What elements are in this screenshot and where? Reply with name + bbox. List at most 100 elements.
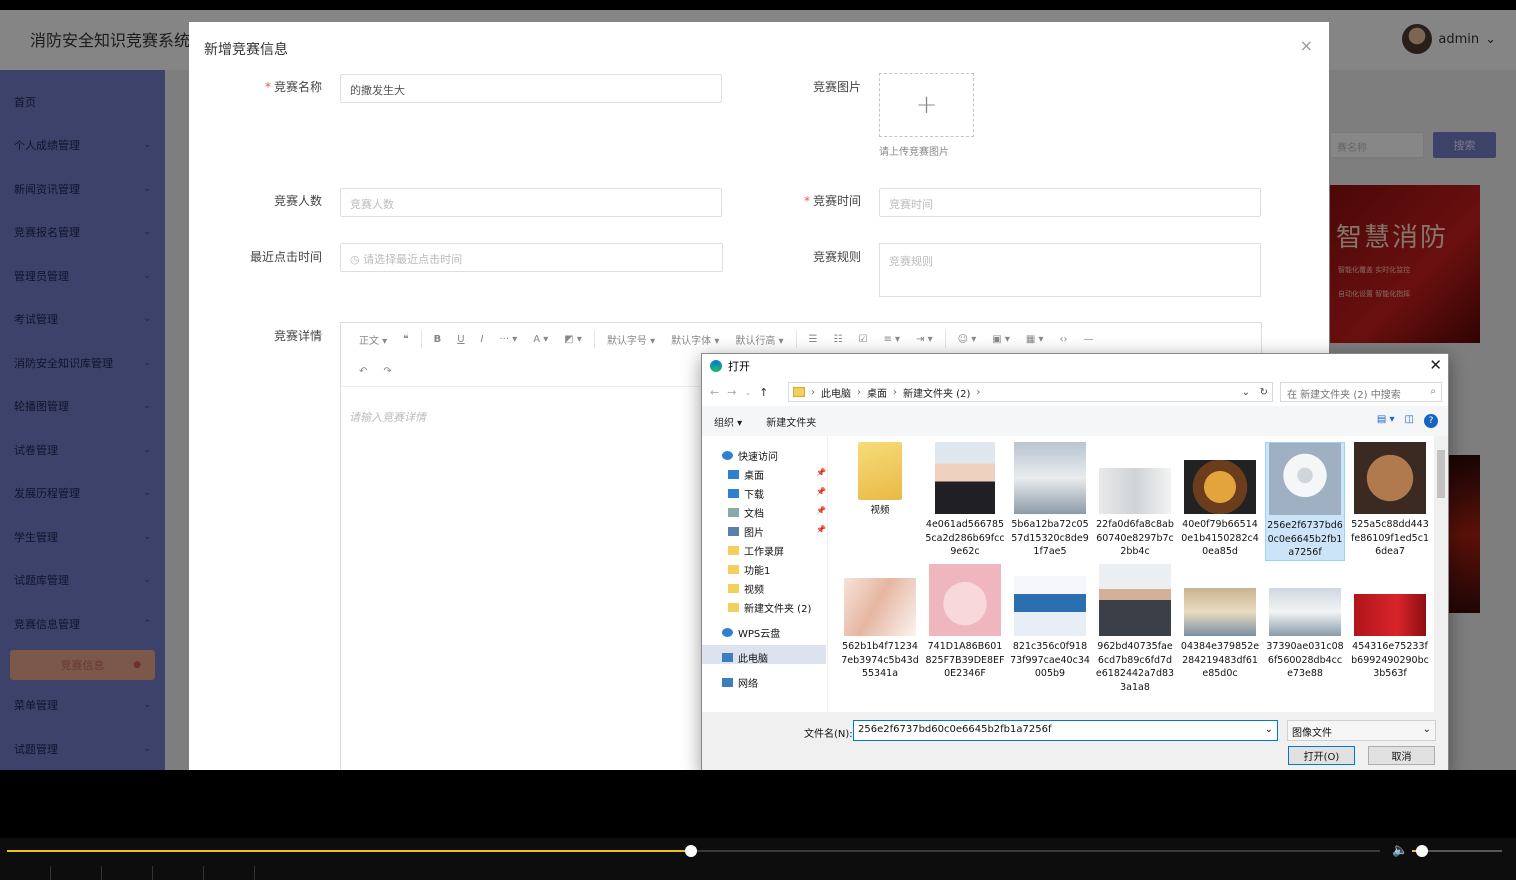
line-height-select[interactable]: 默认行高 ▾	[727, 332, 791, 347]
tree-item[interactable]: 快速访问	[722, 446, 778, 465]
desktop-icon	[728, 470, 739, 479]
volume-icon[interactable]: 🔈	[1392, 843, 1408, 858]
filetype-select[interactable]: 图像文件 ⌄	[1287, 720, 1436, 741]
name-input[interactable]: 的撒发生大	[340, 74, 722, 103]
count-input[interactable]: 竞赛人数	[340, 188, 722, 217]
file-item[interactable]: 562b1b4f712347eb3974c5b43d55341a	[840, 564, 920, 681]
indent-icon[interactable]: ⇥ ▾	[908, 334, 941, 345]
tree-item-label: 图片	[744, 528, 764, 539]
search-input[interactable]: 在 新建文件夹 (2) 中搜索 ⌕	[1280, 382, 1442, 402]
chevron-down-icon[interactable]: ⌄	[1242, 387, 1250, 398]
tree-item[interactable]: 视频	[728, 579, 764, 598]
file-item[interactable]: 256e2f6737bd60c0e6645b2fb1a7256f	[1265, 442, 1345, 561]
file-item[interactable]: 视频	[840, 442, 920, 518]
table-icon[interactable]: ▦ ▾	[1018, 334, 1052, 345]
file-grid: 视频 4e061ad5667855ca2d286b69fcc9e62c 5b6a12…	[830, 436, 1436, 712]
file-item[interactable]: 4e061ad5667855ca2d286b69fcc9e62c	[925, 442, 1005, 559]
tree-item-label: 网络	[738, 679, 758, 690]
upload-image-button[interactable]: +	[879, 73, 974, 137]
file-item[interactable]: 37390ae031c086f560028db4cce73e88	[1265, 564, 1345, 681]
scrollbar[interactable]	[1434, 436, 1448, 712]
tree-item[interactable]: 桌面	[728, 465, 764, 484]
organize-button[interactable]: 组织 ▾	[714, 414, 742, 429]
volume-slider[interactable]	[1412, 845, 1502, 857]
rules-textarea[interactable]: 竞赛规则	[879, 243, 1261, 297]
redo-icon[interactable]: ↷	[375, 366, 399, 377]
image-icon[interactable]: ▣ ▾	[984, 334, 1018, 345]
file-name: 4e061ad5667855ca2d286b69fcc9e62c	[925, 519, 1005, 557]
pin-icon: 📌	[816, 468, 826, 477]
chevron-down-icon[interactable]: ⌄	[1265, 724, 1273, 735]
paragraph-select[interactable]: 正文 ▾	[351, 332, 395, 347]
todo-icon[interactable]: ☑	[850, 334, 875, 345]
bold-icon[interactable]: B	[426, 334, 450, 345]
quote-icon[interactable]: ❝	[395, 334, 416, 345]
tree-item[interactable]: 工作录屏	[728, 541, 784, 560]
divider-icon[interactable]: —	[1076, 334, 1102, 345]
undo-icon[interactable]: ↶	[351, 366, 375, 377]
tree-item[interactable]: 网络	[722, 673, 758, 692]
click-time-label: 最近点击时间	[249, 250, 322, 264]
navigation-tree: 快速访问 桌面 📌 下载 📌 文档 📌 图片 📌 工作录屏 功能1 视频 新建文件夹 (2) WPS云盘此…	[702, 436, 828, 712]
filename-input[interactable]: 256e2f6737bd60c0e6645b2fb1a7256f ⌄	[853, 720, 1278, 741]
close-icon[interactable]: ✕	[1429, 356, 1442, 374]
tree-item[interactable]: 下载	[728, 484, 764, 503]
dialog-title: 新增竞赛信息	[204, 42, 288, 58]
breadcrumb[interactable]: › 此电脑 › 桌面 › 新建文件夹 (2) › ⌄ ↻	[788, 382, 1273, 402]
back-icon[interactable]: ←	[710, 386, 719, 399]
close-icon[interactable]: ×	[1300, 36, 1313, 55]
tree-item[interactable]: 新建文件夹 (2)	[728, 598, 811, 617]
open-button[interactable]: 打开(O)	[1288, 746, 1355, 765]
font-color-icon[interactable]: A ▾	[525, 334, 556, 345]
filename-label: 文件名(N):	[804, 729, 853, 740]
file-item[interactable]: 741D1A86B601825F7B39DE8EF0E2346F	[925, 564, 1005, 681]
file-item[interactable]: 821c356c0f91873f997cae40c34005b9	[1010, 564, 1090, 681]
underline-icon[interactable]: U	[449, 334, 472, 345]
volume-handle[interactable]	[1415, 845, 1428, 857]
file-item[interactable]: 40e0f79b665140e1b4150282c40ea85d	[1180, 442, 1260, 559]
tree-item[interactable]: 图片	[728, 522, 764, 541]
align-icon[interactable]: ≡ ▾	[875, 334, 908, 345]
up-icon[interactable]: ↑	[759, 386, 768, 399]
help-icon[interactable]: ?	[1424, 414, 1438, 428]
breadcrumb-item[interactable]: 桌面	[867, 385, 887, 400]
font-size-select[interactable]: 默认字号 ▾	[599, 332, 663, 347]
new-folder-button[interactable]: 新建文件夹	[766, 414, 816, 429]
emoji-icon[interactable]: ☺ ▾	[950, 334, 985, 345]
tree-item[interactable]: 此电脑	[722, 648, 768, 667]
breadcrumb-item[interactable]: 此电脑	[821, 385, 851, 400]
progress-bar[interactable]	[7, 845, 1380, 857]
forward-icon[interactable]: →	[727, 386, 736, 399]
view-icon[interactable]: ▤ ▾	[1377, 414, 1395, 428]
folder-icon	[728, 546, 739, 555]
tree-item[interactable]: 功能1	[728, 560, 770, 579]
cancel-button[interactable]: 取消	[1368, 746, 1435, 765]
preview-pane-icon[interactable]: ◫	[1405, 414, 1414, 428]
file-item[interactable]: 454316e75233fb6992490290bc3b563f	[1350, 564, 1430, 681]
file-name: 22fa0d6fa8c8ab60740e8297b7c2bb4c	[1096, 519, 1174, 557]
file-item[interactable]: 962bd40735fae6cd7b89c6fd7de6182442a7d833…	[1095, 564, 1175, 694]
picture-icon	[728, 527, 739, 536]
chevron-down-icon[interactable]: ⌄	[744, 388, 751, 397]
pin-icon: 📌	[816, 506, 826, 515]
more-icon[interactable]: ··· ▾	[492, 334, 526, 345]
file-item[interactable]: 04384e379852e284219483df61e85d0c	[1180, 564, 1260, 681]
file-item[interactable]: 525a5c88dd443fe86109f1ed5c16dea7	[1350, 442, 1430, 559]
tree-item[interactable]: WPS云盘	[722, 623, 780, 642]
file-name: 04384e379852e284219483df61e85d0c	[1180, 641, 1260, 679]
image-thumbnail	[1354, 594, 1426, 636]
progress-handle[interactable]	[684, 845, 697, 857]
number-list-icon[interactable]: ☷	[826, 334, 851, 345]
code-icon[interactable]: ‹›	[1052, 334, 1076, 345]
tree-item[interactable]: 文档	[728, 503, 764, 522]
file-item[interactable]: 22fa0d6fa8c8ab60740e8297b7c2bb4c	[1095, 442, 1175, 559]
breadcrumb-item[interactable]: 新建文件夹 (2)	[903, 385, 970, 400]
bullet-list-icon[interactable]: ☰	[801, 334, 826, 345]
bg-color-icon[interactable]: ◩ ▾	[556, 334, 590, 345]
file-item[interactable]: 5b6a12ba72c0557d15320c8de91f7ae5	[1010, 442, 1090, 559]
time-input[interactable]: 竞赛时间	[879, 188, 1261, 217]
click-time-picker[interactable]: ◷ 请选择最近点击时间	[340, 243, 723, 272]
refresh-icon[interactable]: ↻	[1260, 387, 1268, 398]
font-family-select[interactable]: 默认字体 ▾	[663, 332, 727, 347]
italic-icon[interactable]: I	[473, 334, 492, 345]
